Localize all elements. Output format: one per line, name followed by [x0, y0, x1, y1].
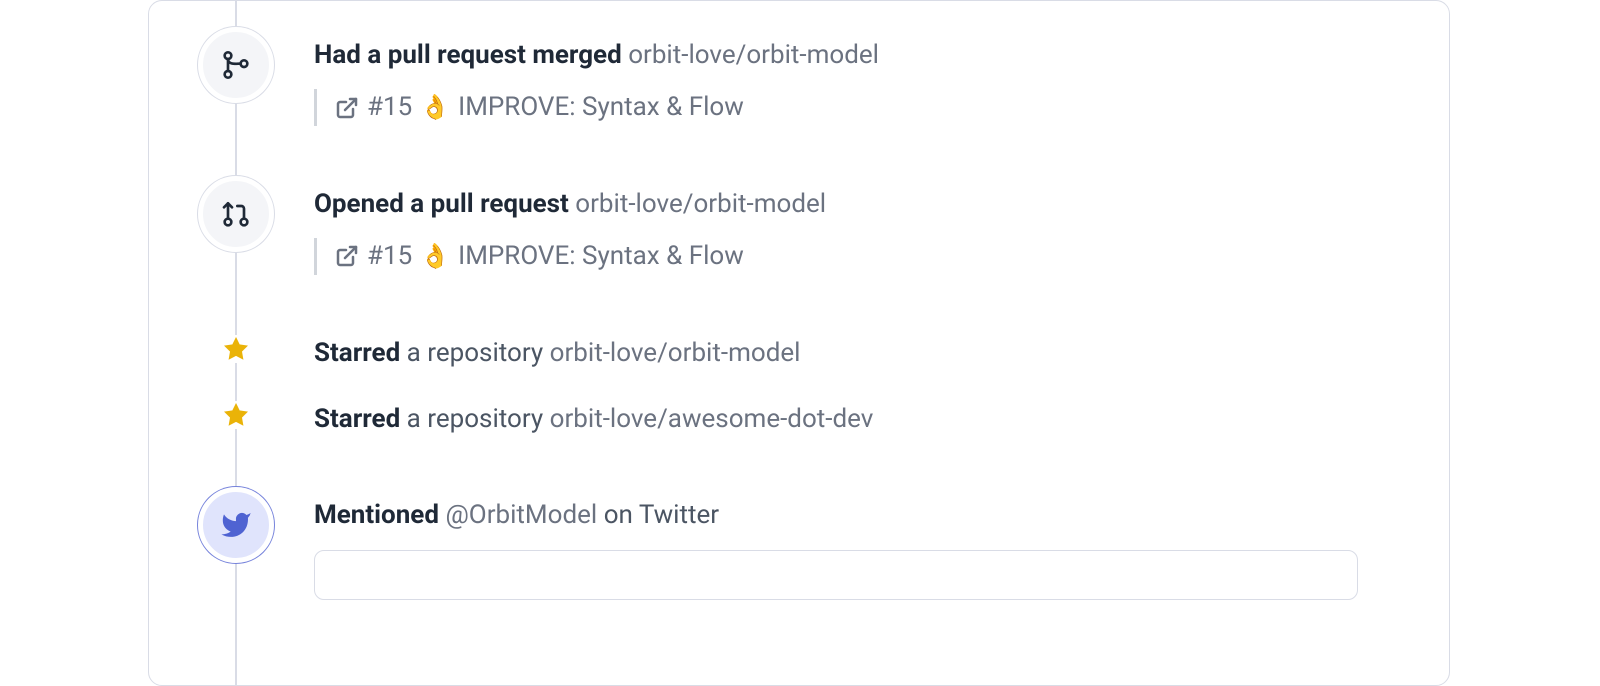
activity-title: Mentioned @OrbitModel on Twitter: [314, 497, 1449, 533]
activity-action: Mentioned: [314, 500, 439, 530]
activity-action: Starred: [314, 404, 400, 434]
pr-detail-row[interactable]: #15 👌 IMPROVE: Syntax & Flow: [314, 89, 1449, 125]
star-icon: [222, 401, 250, 429]
activity-title: Opened a pull request orbit-love/orbit-m…: [314, 186, 1449, 222]
activity-title: Starred a repository orbit-love/awesome-…: [314, 401, 1449, 437]
timeline-item-starred: Starred a repository orbit-love/orbit-mo…: [149, 335, 1449, 371]
activity-title: Starred a repository orbit-love/orbit-mo…: [314, 335, 1449, 371]
pr-title: IMPROVE: Syntax & Flow: [458, 89, 744, 125]
ok-hand-emoji: 👌: [420, 240, 450, 274]
external-link-icon: [335, 96, 359, 120]
timeline-item-merged-pr: Had a pull request merged orbit-love/orb…: [149, 37, 1449, 126]
ok-hand-emoji: 👌: [420, 91, 450, 125]
activity-suffix: a repository: [407, 404, 544, 434]
timeline-item-starred: Starred a repository orbit-love/awesome-…: [149, 401, 1449, 437]
pr-number: #15: [367, 238, 412, 274]
activity-repo[interactable]: orbit-love/orbit-model: [575, 189, 826, 219]
external-link-icon: [335, 244, 359, 268]
tweet-embed[interactable]: [314, 550, 1358, 600]
activity-repo[interactable]: orbit-love/orbit-model: [628, 40, 879, 70]
star-icon: [222, 335, 250, 363]
activity-timeline: Had a pull request merged orbit-love/orb…: [149, 1, 1449, 600]
twitter-handle[interactable]: @OrbitModel: [445, 500, 597, 530]
pr-number: #15: [367, 89, 412, 125]
activity-repo[interactable]: orbit-love/orbit-model: [550, 338, 801, 368]
activity-card: Had a pull request merged orbit-love/orb…: [148, 0, 1450, 686]
pr-detail-row[interactable]: #15 👌 IMPROVE: Syntax & Flow: [314, 238, 1449, 274]
activity-suffix: on Twitter: [604, 500, 719, 530]
activity-action: Had a pull request merged: [314, 40, 622, 70]
activity-repo[interactable]: orbit-love/awesome-dot-dev: [550, 404, 874, 434]
pr-title: IMPROVE: Syntax & Flow: [458, 238, 744, 274]
timeline-item-twitter-mention: Mentioned @OrbitModel on Twitter: [149, 497, 1449, 599]
activity-title: Had a pull request merged orbit-love/orb…: [314, 37, 1449, 73]
pull-request-icon: [198, 176, 274, 252]
activity-action: Starred: [314, 338, 400, 368]
activity-suffix: a repository: [407, 338, 544, 368]
merge-icon: [198, 27, 274, 103]
timeline-item-opened-pr: Opened a pull request orbit-love/orbit-m…: [149, 186, 1449, 275]
twitter-icon: [198, 487, 274, 563]
activity-action: Opened a pull request: [314, 189, 569, 219]
